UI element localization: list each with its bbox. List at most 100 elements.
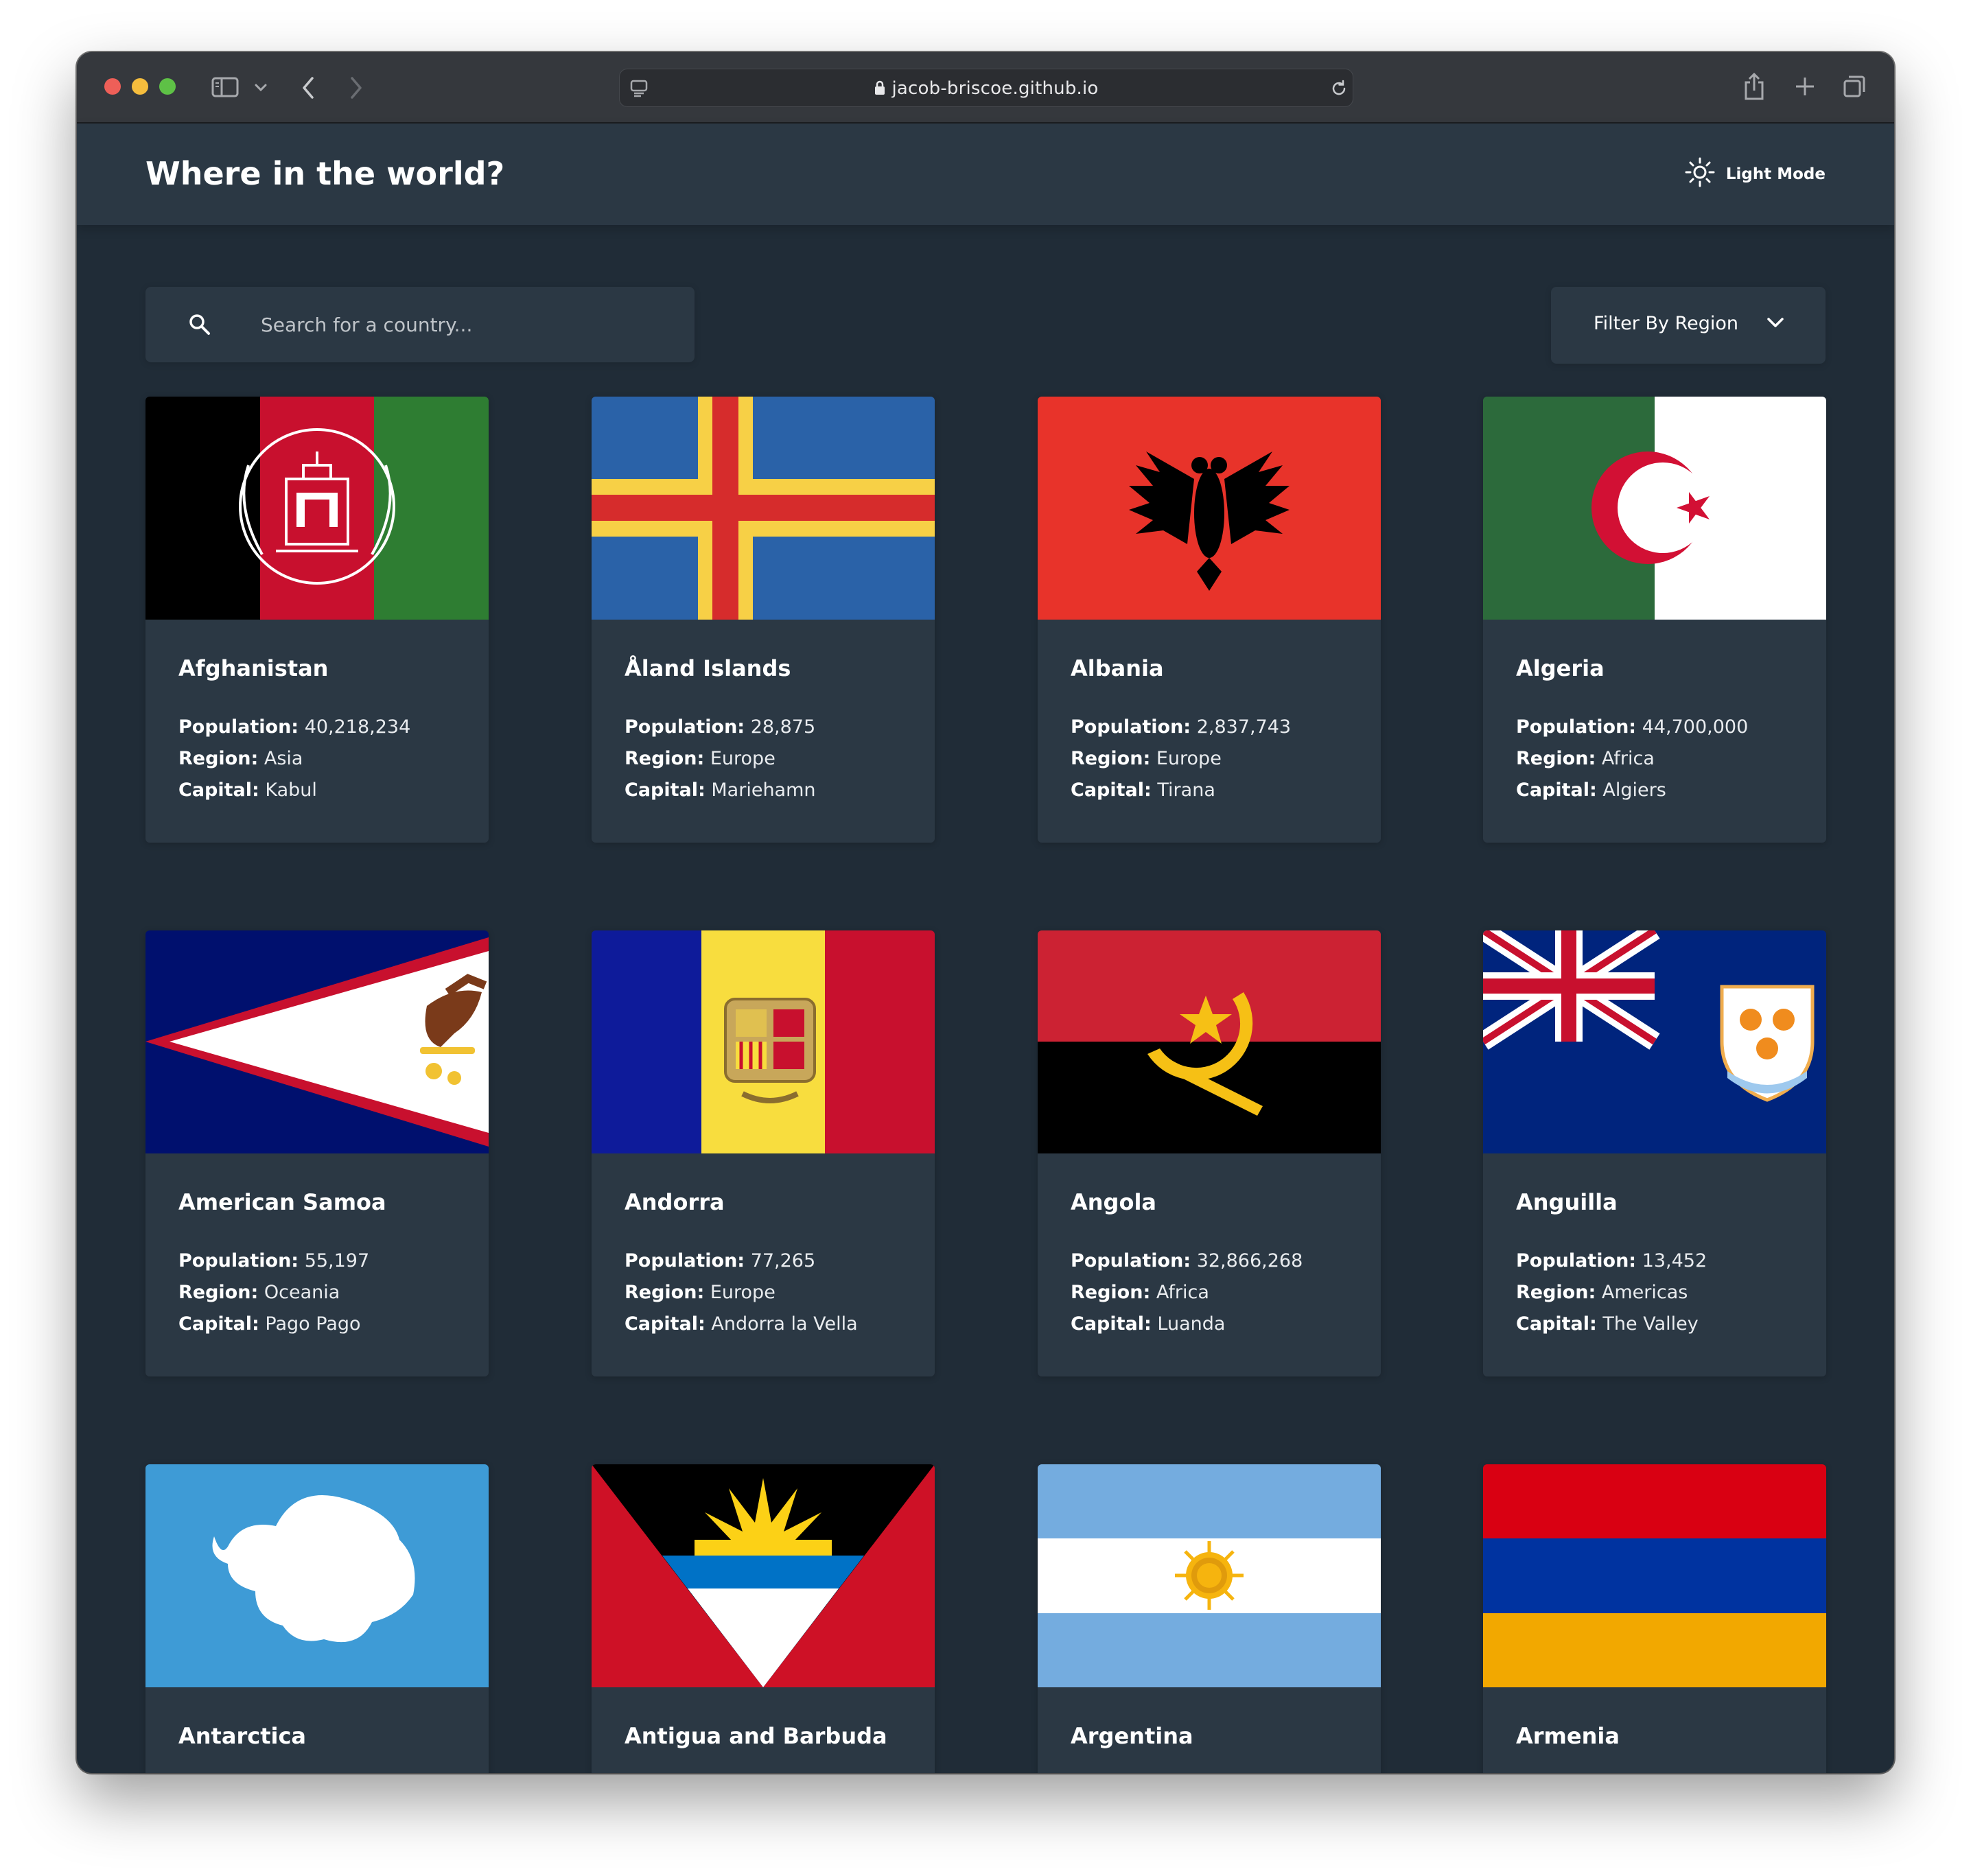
- country-capital: Capital: The Valley: [1516, 1313, 1699, 1335]
- population-value: 77,265: [750, 1250, 816, 1271]
- country-population: Population: 44,700,000: [1516, 716, 1748, 738]
- zoom-window-button[interactable]: [159, 78, 176, 95]
- population-value: 28,875: [750, 716, 816, 738]
- reload-icon[interactable]: [1329, 79, 1349, 101]
- country-name: American Samoa: [178, 1189, 386, 1215]
- region-value: Africa: [1156, 1282, 1209, 1303]
- search-input[interactable]: [261, 287, 673, 362]
- country-name: Afghanistan: [178, 655, 329, 681]
- country-capital: Capital: Luanda: [1071, 1313, 1225, 1335]
- region-value: Oceania: [264, 1282, 340, 1303]
- population-value: 55,197: [304, 1250, 370, 1271]
- chevron-down-icon: [1765, 316, 1786, 333]
- address-bar[interactable]: jacob-briscoe.github.io: [619, 69, 1353, 107]
- country-card[interactable]: Anguilla Population: 13,452 Region: Americ…: [1483, 930, 1826, 1376]
- country-region: Region: Europe: [1071, 748, 1222, 769]
- population-label: Population:: [1071, 716, 1191, 738]
- tab-overview-icon[interactable]: [1842, 74, 1867, 102]
- back-icon[interactable]: [301, 75, 316, 103]
- country-card[interactable]: Algeria Population: 44,700,000 Region: Afr…: [1483, 397, 1826, 843]
- population-label: Population:: [178, 716, 299, 738]
- region-label: Region:: [1516, 748, 1596, 769]
- search-box[interactable]: [145, 287, 695, 362]
- country-population: Population: 77,265: [625, 1250, 815, 1271]
- country-region: Region: Africa: [1516, 748, 1655, 769]
- region-filter-dropdown[interactable]: Filter By Region: [1551, 287, 1826, 364]
- capital-label: Capital:: [1071, 779, 1152, 801]
- capital-value: Tirana: [1157, 779, 1215, 801]
- armenia-flag: [1483, 1464, 1826, 1687]
- country-card[interactable]: Andorra Population: 77,265 Region: Europe C…: [592, 930, 935, 1376]
- search-icon: [188, 313, 211, 339]
- capital-label: Capital:: [625, 779, 705, 801]
- country-card[interactable]: Angola Population: 32,866,268 Region: Afri…: [1038, 930, 1381, 1376]
- region-label: Region:: [178, 1282, 259, 1303]
- capital-value: Andorra la Vella: [711, 1313, 858, 1335]
- url-text: jacob-briscoe.github.io: [620, 78, 1353, 101]
- argentina-flag: [1038, 1464, 1381, 1687]
- country-population: Population: 55,197: [178, 1250, 369, 1271]
- country-name: Argentina: [1071, 1723, 1193, 1749]
- region-label: Region:: [1071, 748, 1151, 769]
- lock-icon: [874, 80, 886, 101]
- browser-window: jacob-briscoe.github.io Where in the wor…: [77, 52, 1894, 1773]
- country-card[interactable]: Antigua and Barbuda: [592, 1464, 935, 1773]
- region-label: Region:: [178, 748, 259, 769]
- andorra-flag: [592, 930, 935, 1153]
- population-value: 40,218,234: [304, 716, 411, 738]
- browser-toolbar: jacob-briscoe.github.io: [77, 52, 1894, 124]
- country-card[interactable]: Argentina: [1038, 1464, 1381, 1773]
- light-mode-toggle[interactable]: Light Mode: [1685, 157, 1826, 191]
- country-capital: Capital: Mariehamn: [625, 779, 816, 801]
- page-title: Where in the world?: [145, 155, 505, 192]
- country-card[interactable]: Armenia: [1483, 1464, 1826, 1773]
- population-label: Population:: [1071, 1250, 1191, 1271]
- capital-label: Capital:: [1516, 1313, 1597, 1335]
- country-population: Population: 32,866,268: [1071, 1250, 1303, 1271]
- aland-islands-flag: [592, 397, 935, 620]
- share-icon[interactable]: [1742, 71, 1766, 104]
- capital-value: Algiers: [1602, 779, 1666, 801]
- country-population: Population: 28,875: [625, 716, 815, 738]
- country-capital: Capital: Andorra la Vella: [625, 1313, 858, 1335]
- country-name: Anguilla: [1516, 1189, 1618, 1215]
- country-card[interactable]: Afghanistan Population: 40,218,234 Region:…: [145, 397, 489, 843]
- country-capital: Capital: Pago Pago: [178, 1313, 361, 1335]
- country-card[interactable]: American Samoa Population: 55,197 Region: …: [145, 930, 489, 1376]
- country-capital: Capital: Tirana: [1071, 779, 1215, 801]
- forward-icon[interactable]: [349, 75, 364, 103]
- close-window-button[interactable]: [104, 78, 121, 95]
- country-card[interactable]: Antarctica: [145, 1464, 489, 1773]
- country-region: Region: Oceania: [178, 1282, 340, 1303]
- chevron-down-icon[interactable]: [254, 82, 268, 95]
- country-name: Albania: [1071, 655, 1164, 681]
- capital-label: Capital:: [1516, 779, 1597, 801]
- capital-value: Mariehamn: [711, 779, 816, 801]
- country-name: Algeria: [1516, 655, 1605, 681]
- capital-label: Capital:: [178, 1313, 259, 1335]
- new-tab-icon[interactable]: [1794, 75, 1816, 100]
- country-name: Angola: [1071, 1189, 1156, 1215]
- region-value: Europe: [710, 1282, 775, 1303]
- url-label: jacob-briscoe.github.io: [891, 78, 1099, 99]
- country-region: Region: Europe: [625, 748, 775, 769]
- albania-flag: [1038, 397, 1381, 620]
- mode-label: Light Mode: [1725, 165, 1826, 183]
- sidebar-toggle-icon[interactable]: [211, 77, 239, 100]
- minimize-window-button[interactable]: [132, 78, 148, 95]
- country-name: Armenia: [1516, 1723, 1620, 1749]
- capital-value: Pago Pago: [265, 1313, 361, 1335]
- country-card[interactable]: Albania Population: 2,837,743 Region: Euro…: [1038, 397, 1381, 843]
- country-name: Antigua and Barbuda: [625, 1723, 887, 1749]
- country-name: Andorra: [625, 1189, 725, 1215]
- sun-icon: [1685, 157, 1726, 191]
- angola-flag: [1038, 930, 1381, 1153]
- region-label: Region:: [625, 1282, 705, 1303]
- population-value: 44,700,000: [1642, 716, 1749, 738]
- country-card[interactable]: Åland Islands Population: 28,875 Region: E…: [592, 397, 935, 843]
- population-label: Population:: [625, 716, 745, 738]
- population-value: 13,452: [1642, 1250, 1707, 1271]
- country-region: Region: Americas: [1516, 1282, 1688, 1303]
- afghanistan-flag: [145, 397, 489, 620]
- capital-value: The Valley: [1602, 1313, 1699, 1335]
